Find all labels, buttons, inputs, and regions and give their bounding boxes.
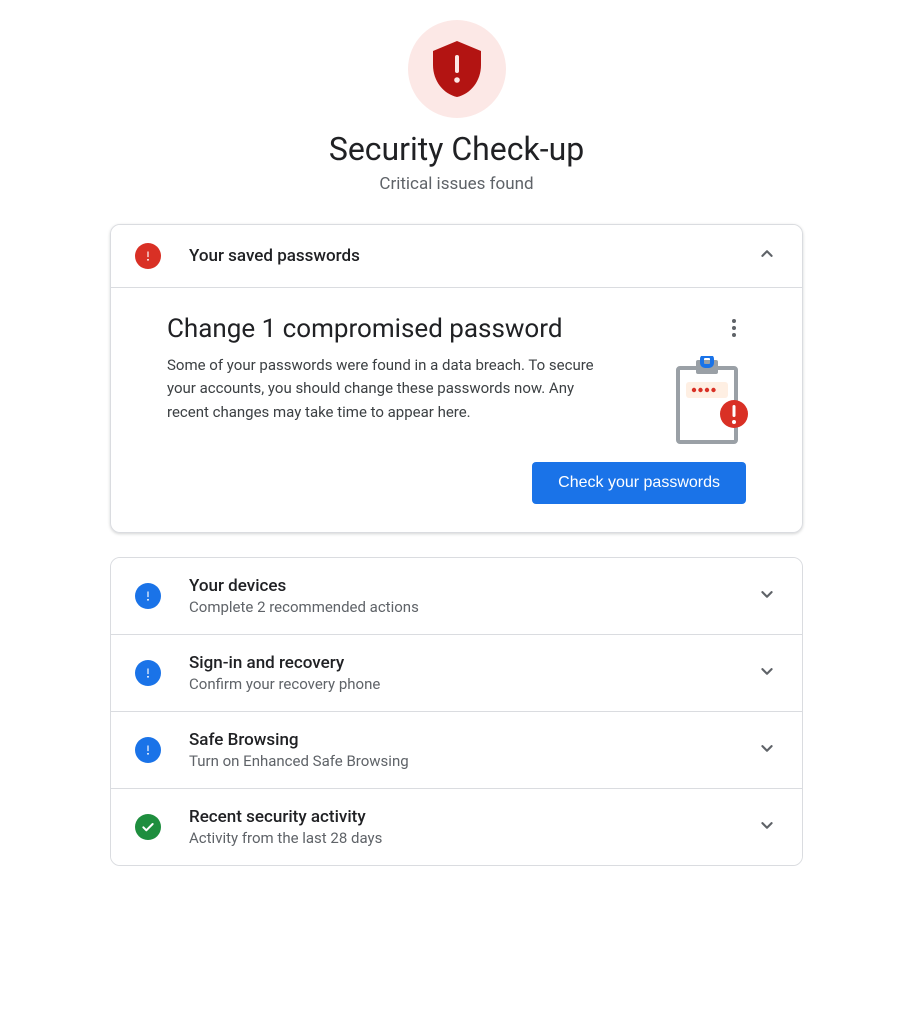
chevron-up-icon [756,243,778,269]
alert-icon [135,243,161,269]
other-sections-card: Your devices Complete 2 recommended acti… [110,557,803,866]
safe-browsing-section[interactable]: Safe Browsing Turn on Enhanced Safe Brow… [111,711,802,788]
section-title: Recent security activity [189,807,744,827]
panel-description: Some of your passwords were found in a d… [167,354,597,424]
section-subtitle: Turn on Enhanced Safe Browsing [189,752,744,770]
section-subtitle: Confirm your recovery phone [189,675,744,693]
check-icon [135,814,161,840]
hero: Security Check-up Critical issues found [110,20,803,194]
recent-activity-section[interactable]: Recent security activity Activity from t… [111,788,802,865]
saved-passwords-header[interactable]: Your saved passwords [111,225,802,287]
chevron-down-icon [756,737,778,763]
clipboard-illustration [672,356,750,454]
more-options-button[interactable] [722,316,746,340]
saved-passwords-card: Your saved passwords Change 1 compromise… [110,224,803,533]
hero-icon-circle [408,20,506,118]
section-subtitle: Complete 2 recommended actions [189,598,744,616]
chevron-down-icon [756,660,778,686]
section-title: Sign-in and recovery [189,653,744,673]
shield-alert-icon [432,41,482,97]
section-title: Your devices [189,576,744,596]
saved-passwords-title: Your saved passwords [189,246,744,266]
alert-icon [135,737,161,763]
chevron-down-icon [756,814,778,840]
signin-recovery-section[interactable]: Sign-in and recovery Confirm your recove… [111,634,802,711]
section-title: Safe Browsing [189,730,744,750]
compromised-password-panel: Change 1 compromised password Some of yo… [111,287,802,532]
alert-icon [135,583,161,609]
alert-icon [135,660,161,686]
chevron-down-icon [756,583,778,609]
your-devices-section[interactable]: Your devices Complete 2 recommended acti… [111,558,802,634]
panel-heading: Change 1 compromised password [167,314,746,344]
page-subtitle: Critical issues found [110,174,803,194]
page-title: Security Check-up [110,130,803,168]
section-subtitle: Activity from the last 28 days [189,829,744,847]
check-passwords-button[interactable]: Check your passwords [532,462,746,504]
